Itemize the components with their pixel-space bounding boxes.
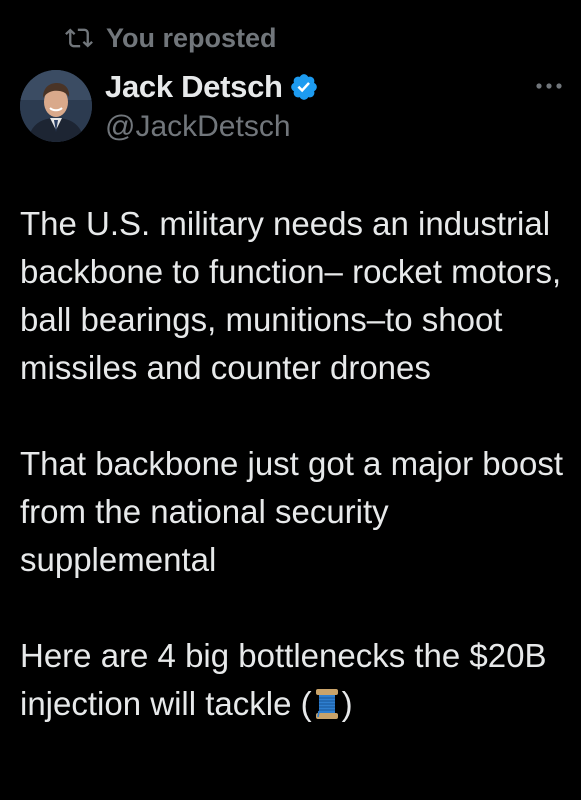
thread-spool-emoji-icon [315, 689, 338, 719]
tweet-paragraph-3-text: Here are 4 big bottlenecks the $20B inje… [20, 637, 547, 722]
avatar-image [20, 70, 92, 142]
author-name-row[interactable]: Jack Detsch [105, 66, 319, 108]
more-options-button[interactable] [533, 74, 565, 98]
avatar[interactable] [20, 70, 92, 142]
tweet-paragraph-1: The U.S. military needs an industrial ba… [20, 205, 562, 386]
tweet-paragraph-3: Here are 4 big bottlenecks the $20B inje… [20, 632, 565, 728]
repost-indicator: You reposted [62, 20, 277, 56]
repost-icon [65, 28, 93, 48]
verified-badge-icon [290, 74, 317, 100]
repost-label: You reposted [106, 22, 277, 53]
tweet-paragraph-2: That backbone just got a major boost fro… [20, 445, 563, 578]
tweet-text: The U.S. military needs an industrial ba… [20, 200, 565, 728]
more-options-icon [536, 83, 562, 89]
author-name[interactable]: Jack Detsch [105, 69, 283, 105]
author-handle[interactable]: @JackDetsch [105, 110, 291, 144]
tweet-paragraph-3-close: ) [341, 685, 353, 722]
